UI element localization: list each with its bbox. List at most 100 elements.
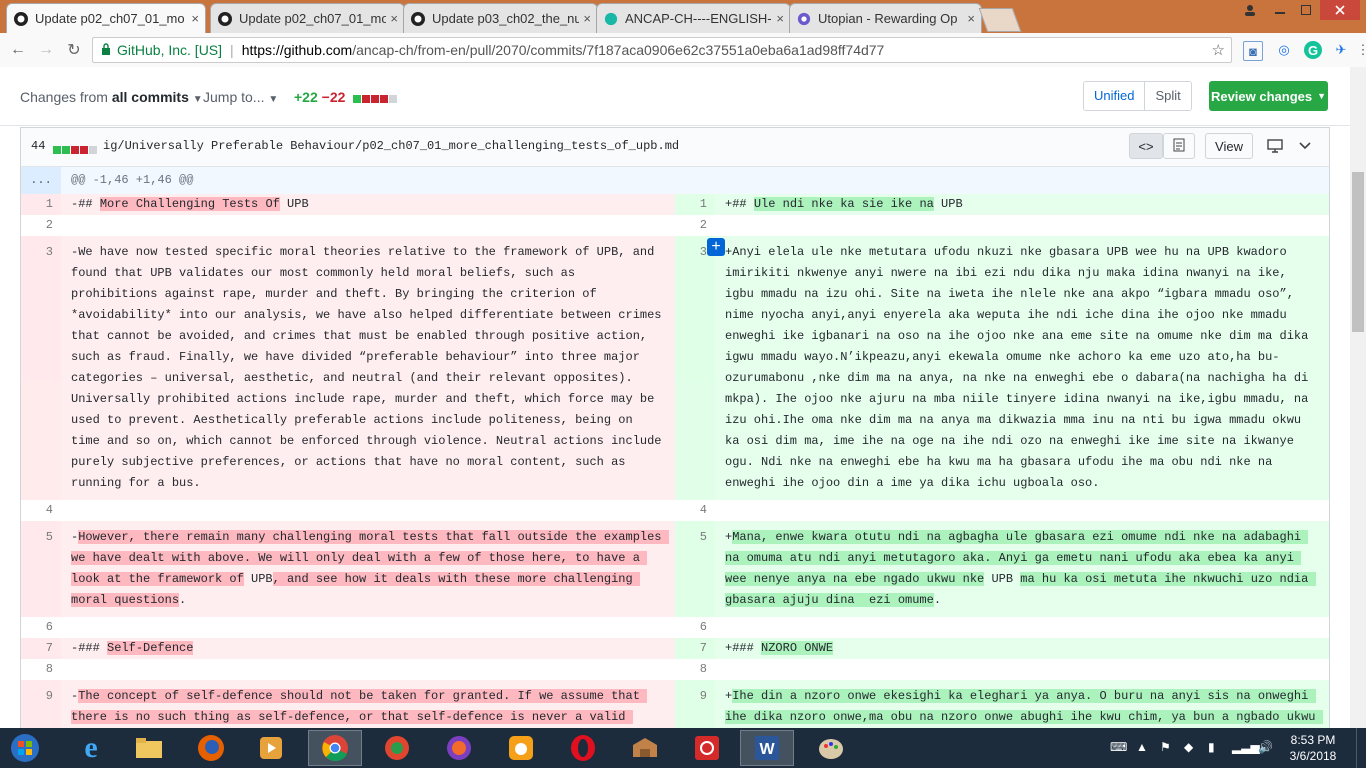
- unified-button[interactable]: Unified: [1084, 82, 1146, 110]
- review-changes-button[interactable]: Review changes ▼: [1209, 81, 1328, 111]
- scrollbar-thumb[interactable]: [1352, 172, 1364, 332]
- file-header: 44 ig/Universally Preferable Behaviour/p…: [20, 127, 1330, 167]
- code-segment: .: [933, 593, 942, 607]
- close-icon[interactable]: ×: [583, 11, 591, 26]
- browser-tab-4[interactable]: ANCAP-CH----ENGLISH- ×: [596, 3, 791, 33]
- paint-icon[interactable]: [804, 730, 858, 766]
- opera-icon[interactable]: [556, 730, 610, 766]
- line-number[interactable]: 5: [675, 521, 715, 617]
- dropbox-icon[interactable]: ◆: [1184, 740, 1193, 754]
- microsoft-word-icon[interactable]: W: [740, 730, 794, 766]
- desktop-icon[interactable]: [1263, 133, 1287, 159]
- review-changes-label: Review changes: [1210, 88, 1313, 104]
- back-arrow-icon[interactable]: ←: [8, 40, 28, 60]
- code-line: +Mana, enwe kwara otutu ndi na agbagha u…: [715, 521, 1329, 617]
- browser-tab-label: Update p02_ch07_01_mo: [239, 11, 387, 26]
- remote-app-icon[interactable]: [680, 730, 734, 766]
- package-app-icon[interactable]: [618, 730, 672, 766]
- changes-from-dropdown[interactable]: Changes from all commits ▼: [20, 89, 203, 105]
- new-tab-button[interactable]: [978, 8, 1022, 32]
- diff-side-new: 7 +### NZORO ONWE: [675, 638, 1329, 659]
- page-scrollbar[interactable]: [1350, 67, 1366, 728]
- code-line: [715, 500, 1329, 521]
- show-desktop-button[interactable]: [1356, 728, 1366, 768]
- caret-down-icon: ▼: [268, 94, 279, 105]
- line-number[interactable]: 6: [21, 617, 61, 638]
- tray-chevron-icon[interactable]: ▲: [1136, 740, 1148, 754]
- line-number[interactable]: 2: [21, 215, 61, 236]
- flag-icon[interactable]: ⚑: [1160, 740, 1171, 754]
- battery-icon[interactable]: ▮: [1208, 740, 1215, 754]
- file-explorer-icon[interactable]: [122, 730, 176, 766]
- add-comment-button[interactable]: +: [707, 238, 725, 256]
- media-player-icon[interactable]: [244, 730, 298, 766]
- code-segment: -We have now tested specific moral theor…: [71, 245, 669, 490]
- line-number[interactable]: 2: [675, 215, 715, 236]
- jump-to-dropdown[interactable]: Jump to... ▼: [203, 89, 278, 105]
- chevron-down-icon[interactable]: [1293, 133, 1317, 159]
- minimize-icon[interactable]: [1266, 0, 1294, 20]
- utopian-icon: [796, 11, 812, 27]
- expand-context-button[interactable]: ...: [21, 167, 61, 194]
- browser-tab-1[interactable]: Update p02_ch07_01_mo ×: [6, 3, 206, 33]
- split-button[interactable]: Split: [1145, 82, 1191, 110]
- line-number[interactable]: 8: [675, 659, 715, 680]
- reload-icon[interactable]: ↻: [64, 40, 84, 60]
- line-number[interactable]: 7: [675, 638, 715, 659]
- address-bar[interactable]: GitHub, Inc. [US] | https://github.com/a…: [92, 37, 1232, 63]
- extension-icon[interactable]: ◙: [1243, 41, 1263, 61]
- keyboard-icon[interactable]: ⌨: [1110, 740, 1127, 754]
- user-profile-icon[interactable]: [1236, 0, 1264, 20]
- rich-diff-button[interactable]: [1163, 133, 1195, 159]
- close-icon[interactable]: ×: [191, 11, 199, 26]
- menu-kebab-icon[interactable]: ⋮: [1354, 41, 1366, 59]
- line-number[interactable]: 4: [21, 500, 61, 521]
- source-diff-button[interactable]: <>: [1129, 133, 1163, 159]
- close-icon[interactable]: ×: [390, 11, 398, 26]
- view-file-button[interactable]: View: [1205, 133, 1253, 159]
- line-number[interactable]: 3: [21, 236, 61, 500]
- start-button[interactable]: [0, 730, 50, 766]
- code-line: [61, 659, 675, 680]
- browser-app-icon[interactable]: [370, 730, 424, 766]
- extension-icon[interactable]: ◎: [1275, 41, 1293, 59]
- spiral-app-icon[interactable]: [432, 730, 486, 766]
- line-number[interactable]: 1: [675, 194, 715, 215]
- airplane-icon[interactable]: ✈: [1332, 41, 1350, 59]
- volume-icon[interactable]: 🔊: [1258, 740, 1273, 754]
- line-number[interactable]: 1: [21, 194, 61, 215]
- browser-tab-3[interactable]: Update p03_ch02_the_nu ×: [403, 3, 598, 33]
- grammarly-icon[interactable]: G: [1304, 41, 1322, 59]
- window-close-icon[interactable]: [1320, 0, 1360, 20]
- close-icon[interactable]: ×: [776, 11, 784, 26]
- url-separator: |: [230, 42, 234, 58]
- line-number[interactable]: 4: [675, 500, 715, 521]
- line-number[interactable]: 8: [21, 659, 61, 680]
- bookmark-star-icon[interactable]: ☆: [1212, 41, 1225, 59]
- uc-browser-icon[interactable]: [494, 730, 548, 766]
- line-number[interactable]: 3: [675, 236, 715, 500]
- forward-arrow-icon[interactable]: →: [36, 40, 56, 60]
- close-icon[interactable]: ×: [967, 11, 975, 26]
- code-segment: UPB: [243, 572, 273, 586]
- file-icon: [1173, 138, 1185, 155]
- maximize-icon[interactable]: [1292, 0, 1320, 20]
- internet-explorer-icon[interactable]: e: [64, 730, 118, 766]
- line-number[interactable]: 6: [675, 617, 715, 638]
- code-line: [715, 659, 1329, 680]
- code-segment: UPB: [279, 197, 309, 211]
- chrome-icon[interactable]: [308, 730, 362, 766]
- line-number[interactable]: 5: [21, 521, 61, 617]
- browser-tab-label: ANCAP-CH----ENGLISH-: [625, 11, 772, 26]
- firefox-icon[interactable]: [184, 730, 238, 766]
- svg-text:W: W: [759, 741, 775, 758]
- network-signal-icon[interactable]: ▂▃▅: [1232, 740, 1260, 754]
- line-number[interactable]: 7: [21, 638, 61, 659]
- system-clock[interactable]: 8:53 PM 3/6/2018: [1278, 732, 1348, 764]
- browser-tab-5[interactable]: Utopian - Rewarding Op ×: [789, 3, 982, 33]
- browser-tab-2[interactable]: Update p02_ch07_01_mo ×: [210, 3, 405, 33]
